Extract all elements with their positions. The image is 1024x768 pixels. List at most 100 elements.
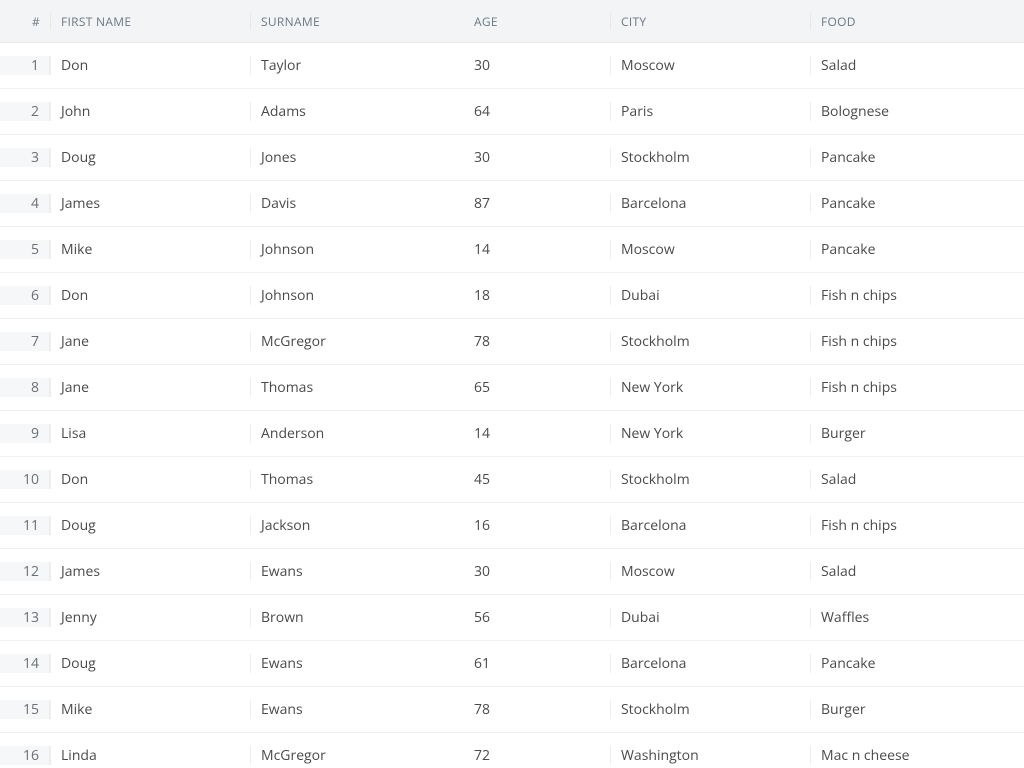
- cell-city: Moscow: [610, 240, 810, 259]
- cell-first: Mike: [50, 700, 250, 719]
- col-header-city[interactable]: CITY: [610, 13, 810, 30]
- cell-index: 6: [0, 286, 50, 305]
- col-header-surname[interactable]: SURNAME: [250, 13, 460, 30]
- cell-color: Teal: [1010, 654, 1024, 673]
- table-row[interactable]: 5MikeJohnson14MoscowPancakeGreen: [0, 227, 1024, 273]
- cell-index: 9: [0, 424, 50, 443]
- table-row[interactable]: 1DonTaylor30MoscowSaladBlack: [0, 43, 1024, 89]
- cell-age: 65: [460, 378, 610, 397]
- cell-color: Green: [1010, 332, 1024, 351]
- cell-food: Fish n chips: [810, 332, 1010, 351]
- cell-food: Salad: [810, 470, 1010, 489]
- cell-color: Orange: [1010, 424, 1024, 443]
- cell-age: 18: [460, 286, 610, 305]
- cell-sur: Jones: [250, 148, 460, 167]
- cell-first: James: [50, 194, 250, 213]
- table-row[interactable]: 14DougEwans61BarcelonaPancakeTeal: [0, 641, 1024, 687]
- cell-first: Doug: [50, 516, 250, 535]
- cell-food: Bolognese: [810, 102, 1010, 121]
- cell-first: James: [50, 562, 250, 581]
- cell-age: 72: [460, 746, 610, 765]
- cell-city: New York: [610, 424, 810, 443]
- table-row[interactable]: 12JamesEwans30MoscowSaladBlack: [0, 549, 1024, 595]
- cell-index: 4: [0, 194, 50, 213]
- cell-index: 15: [0, 700, 50, 719]
- cell-city: New York: [610, 378, 810, 397]
- cell-index: 12: [0, 562, 50, 581]
- cell-age: 87: [460, 194, 610, 213]
- cell-sur: Taylor: [250, 56, 460, 75]
- cell-sur: Johnson: [250, 286, 460, 305]
- cell-city: Stockholm: [610, 700, 810, 719]
- table-row[interactable]: 7JaneMcGregor78StockholmFish n chipsGree…: [0, 319, 1024, 365]
- cell-age: 56: [460, 608, 610, 627]
- cell-city: Washington: [610, 746, 810, 765]
- cell-age: 64: [460, 102, 610, 121]
- table-row[interactable]: 16LindaMcGregor72WashingtonMac n cheeseP…: [0, 733, 1024, 768]
- table-header-row: # FIRST NAME SURNAME AGE CITY FOOD C: [0, 0, 1024, 43]
- cell-age: 30: [460, 562, 610, 581]
- cell-first: Linda: [50, 746, 250, 765]
- cell-index: 2: [0, 102, 50, 121]
- cell-color: Red: [1010, 286, 1024, 305]
- cell-index: 8: [0, 378, 50, 397]
- cell-index: 11: [0, 516, 50, 535]
- cell-first: Mike: [50, 240, 250, 259]
- cell-sur: Anderson: [250, 424, 460, 443]
- cell-city: Stockholm: [610, 148, 810, 167]
- cell-sur: Ewans: [250, 700, 460, 719]
- cell-color: Orange: [1010, 608, 1024, 627]
- cell-sur: Brown: [250, 608, 460, 627]
- cell-food: Burger: [810, 700, 1010, 719]
- cell-sur: Johnson: [250, 240, 460, 259]
- table-row[interactable]: 2JohnAdams64ParisBologneseOrange: [0, 89, 1024, 135]
- table-row[interactable]: 10DonThomas45StockholmSaladBlack: [0, 457, 1024, 503]
- cell-first: Doug: [50, 148, 250, 167]
- cell-index: 10: [0, 470, 50, 489]
- cell-sur: Ewans: [250, 654, 460, 673]
- cell-first: Jane: [50, 378, 250, 397]
- table-row[interactable]: 8JaneThomas65New YorkFish n chipsBlack: [0, 365, 1024, 411]
- cell-color: Orange: [1010, 102, 1024, 121]
- cell-age: 16: [460, 516, 610, 535]
- cell-city: Dubai: [610, 286, 810, 305]
- cell-first: Jenny: [50, 608, 250, 627]
- table-row[interactable]: 13JennyBrown56DubaiWafflesOrange: [0, 595, 1024, 641]
- table-row[interactable]: 4JamesDavis87BarcelonaPancakeGreen: [0, 181, 1024, 227]
- col-header-color[interactable]: C: [1010, 13, 1024, 30]
- table-body: 1DonTaylor30MoscowSaladBlack2JohnAdams64…: [0, 43, 1024, 768]
- table-row[interactable]: 3DougJones30StockholmPancakePink: [0, 135, 1024, 181]
- cell-color: Green: [1010, 700, 1024, 719]
- cell-color: Pink: [1010, 148, 1024, 167]
- cell-color: Black: [1010, 378, 1024, 397]
- cell-age: 30: [460, 56, 610, 75]
- cell-first: Jane: [50, 332, 250, 351]
- cell-food: Burger: [810, 424, 1010, 443]
- cell-food: Salad: [810, 562, 1010, 581]
- cell-sur: Adams: [250, 102, 460, 121]
- cell-sur: Davis: [250, 194, 460, 213]
- cell-age: 45: [460, 470, 610, 489]
- cell-city: Barcelona: [610, 516, 810, 535]
- cell-color: Green: [1010, 194, 1024, 213]
- cell-sur: Thomas: [250, 470, 460, 489]
- cell-color: Red: [1010, 516, 1024, 535]
- table-row[interactable]: 6DonJohnson18DubaiFish n chipsRed: [0, 273, 1024, 319]
- col-header-index[interactable]: #: [0, 13, 50, 30]
- cell-city: Moscow: [610, 56, 810, 75]
- col-header-age[interactable]: AGE: [460, 13, 610, 30]
- table-row[interactable]: 11DougJackson16BarcelonaFish n chipsRed: [0, 503, 1024, 549]
- cell-color: Purple: [1010, 746, 1024, 765]
- table-row[interactable]: 15MikeEwans78StockholmBurgerGreen: [0, 687, 1024, 733]
- cell-color: Green: [1010, 240, 1024, 259]
- cell-food: Salad: [810, 56, 1010, 75]
- col-header-firstname[interactable]: FIRST NAME: [50, 13, 250, 30]
- cell-sur: Ewans: [250, 562, 460, 581]
- cell-index: 1: [0, 56, 50, 75]
- cell-city: Paris: [610, 102, 810, 121]
- cell-index: 13: [0, 608, 50, 627]
- col-header-food[interactable]: FOOD: [810, 13, 1010, 30]
- cell-city: Stockholm: [610, 332, 810, 351]
- cell-index: 7: [0, 332, 50, 351]
- table-row[interactable]: 9LisaAnderson14New YorkBurgerOrange: [0, 411, 1024, 457]
